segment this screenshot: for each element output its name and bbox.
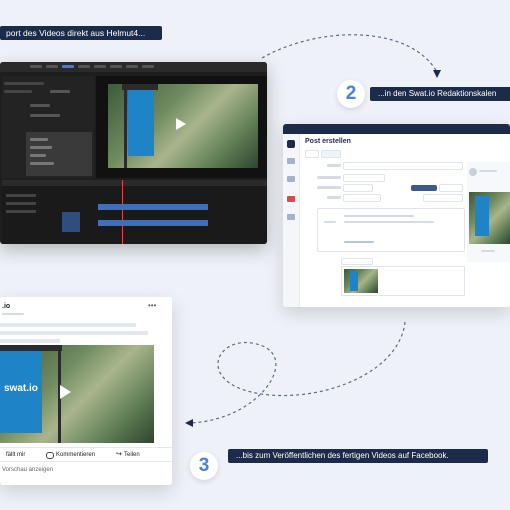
audio-clip-2[interactable] — [62, 212, 80, 232]
sidebar-icon-inbox[interactable] — [287, 158, 295, 164]
share-button[interactable]: Teilen — [124, 452, 140, 458]
more-options-icon[interactable]: ••• — [148, 301, 156, 310]
playhead[interactable] — [122, 180, 123, 244]
step3-number-badge: 3 — [190, 452, 218, 480]
share-icon: ↪ — [116, 451, 122, 458]
swat-window: Post erstellen — [283, 124, 510, 307]
video-preview[interactable] — [108, 84, 258, 168]
play-icon[interactable] — [176, 118, 186, 130]
sidebar-icon-publish[interactable] — [287, 196, 295, 202]
preview-video[interactable] — [469, 192, 510, 244]
step2-number-badge: 2 — [337, 80, 365, 108]
facebook-post: .io ••• swat.io fällt mir Kommentieren ↪… — [0, 297, 172, 485]
arrow-to-swat — [261, 34, 438, 73]
like-button[interactable]: fällt mir — [6, 452, 25, 458]
step2-callout: ...in den Swat.io Redaktionskalen — [370, 87, 510, 101]
preview-column — [467, 162, 510, 262]
arrow-head-swat — [433, 70, 441, 78]
page-name[interactable]: .io — [2, 303, 10, 310]
sidebar-icon-home[interactable] — [287, 140, 295, 148]
sidebar-icon-stats[interactable] — [287, 214, 295, 220]
date-field[interactable] — [343, 184, 373, 192]
arrow-head-facebook — [185, 419, 193, 427]
play-icon[interactable] — [60, 385, 71, 399]
arrow-to-facebook — [189, 321, 406, 424]
swat-sidebar — [283, 134, 300, 307]
avatar — [469, 168, 477, 176]
program-monitor — [96, 76, 267, 178]
audio-clip[interactable] — [98, 220, 208, 226]
step3-callout: ...bis zum Veröffentlichen des fertigen … — [228, 449, 488, 463]
swat-titlebar — [283, 124, 510, 134]
timeline-panel — [2, 180, 267, 244]
step1-callout: port des Videos direkt aus Helmut4... — [0, 26, 162, 40]
media-attachment[interactable] — [341, 266, 465, 296]
comment-icon — [46, 452, 54, 459]
facebook-video[interactable]: swat.io — [0, 345, 154, 443]
premiere-window — [0, 62, 267, 244]
premiere-menu-list[interactable] — [26, 132, 92, 176]
post-editor[interactable] — [317, 208, 465, 252]
status-toggle[interactable] — [411, 185, 437, 191]
post-dialog-title: Post erstellen — [305, 138, 351, 145]
account-select[interactable] — [343, 162, 463, 170]
sidebar-icon-calendar[interactable] — [287, 176, 295, 182]
video-brand-label: swat.io — [4, 383, 38, 394]
premiere-effects-panel — [2, 76, 94, 178]
comment-button[interactable]: Kommentieren — [56, 452, 95, 458]
video-clip[interactable] — [98, 204, 208, 210]
premiere-menubar — [0, 62, 267, 72]
preview-link[interactable]: Vorschau anzeigen — [2, 467, 53, 473]
